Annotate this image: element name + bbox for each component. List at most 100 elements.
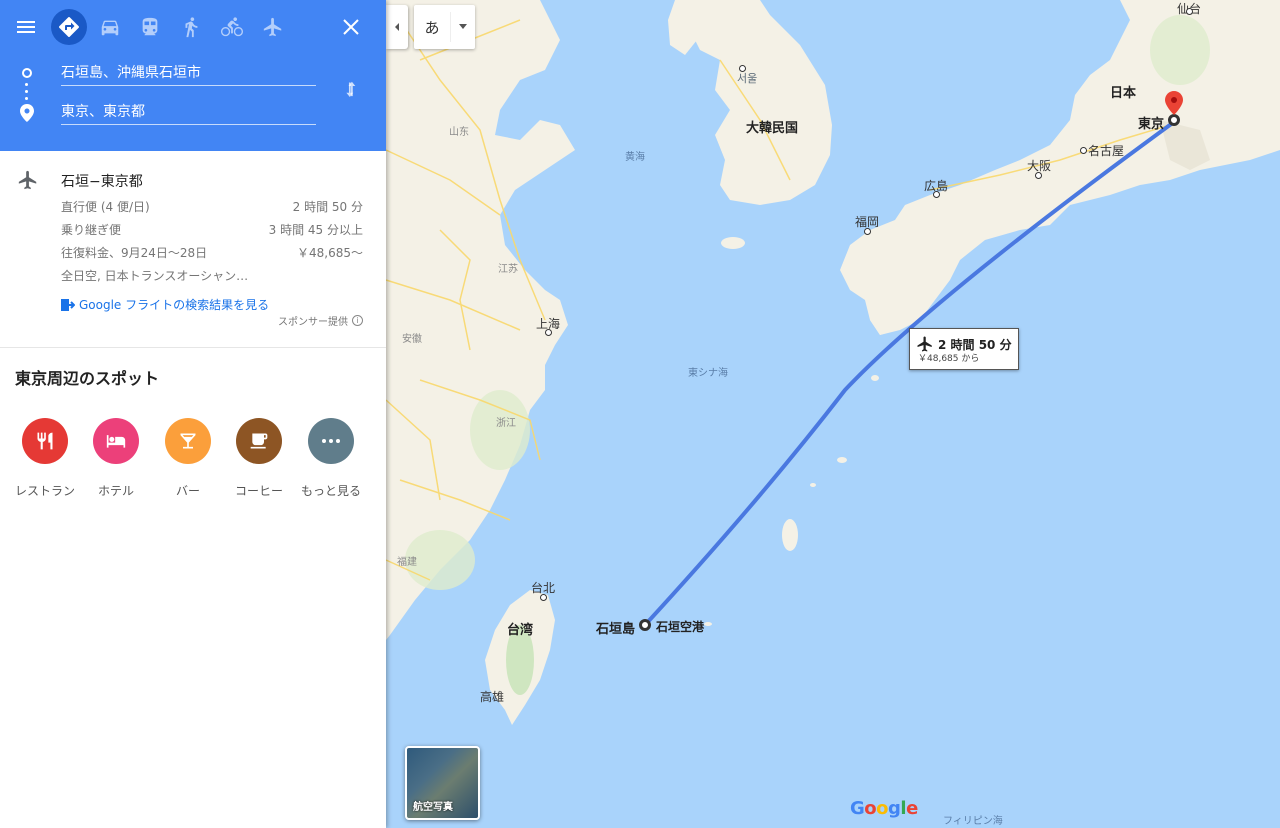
spot-restaurant[interactable]: レストラン [10, 418, 80, 499]
flight-row-connecting: 乗り継ぎ便 3 時間 45 分以上 [61, 221, 363, 238]
nearby-spots-title: 東京周辺のスポット [15, 369, 160, 388]
fukuoka-dot [864, 228, 871, 235]
flight-row-airlines: 全日空, 日本トランスオーシャン… [61, 267, 363, 284]
restaurant-icon[interactable] [22, 418, 68, 464]
taipei-dot [540, 594, 547, 601]
map-label-tokyo: 東京 [1138, 117, 1165, 132]
flight-info-bubble[interactable]: 2 時間 50 分 ￥48,685 から [909, 328, 1019, 370]
map-label-ishigaki-airport: 石垣空港 [656, 620, 705, 634]
mode-bike-button[interactable] [214, 9, 250, 45]
ishigaki-island [704, 622, 712, 626]
origin-input[interactable]: 石垣島、沖縄県石垣市 [61, 62, 316, 86]
flight-route-title: 石垣−東京都 [61, 174, 143, 190]
route-dots-icon [25, 83, 29, 103]
caret-down-icon [459, 24, 467, 29]
swap-icon[interactable] [340, 80, 362, 102]
flight-row-label: 直行便 (4 便/日) [61, 200, 150, 214]
map-label-japan: 日本 [1110, 86, 1137, 101]
destination-pin-icon[interactable] [1165, 91, 1183, 117]
ime-label: あ [424, 18, 440, 37]
mode-transit-button[interactable] [132, 9, 168, 45]
spot-coffee[interactable]: コーヒー [224, 418, 294, 499]
map-label-ishigaki: 石垣島 [596, 622, 636, 637]
flight-row-fare: 往復料金、9月24日〜28日 ￥48,685〜 [61, 244, 363, 261]
spot-bar[interactable]: バー [153, 418, 223, 499]
mode-flight-button[interactable] [255, 9, 291, 45]
flight-row-value: 3 時間 45 分以上 [268, 223, 363, 237]
map-label-jiangsu: 江苏 [498, 264, 518, 275]
flight-row-label: 全日空, 日本トランスオーシャン… [61, 269, 249, 283]
hotel-icon[interactable] [93, 418, 139, 464]
mode-walk-button[interactable] [173, 9, 209, 45]
flight-row-label: 往復料金、9月24日〜28日 [61, 246, 208, 260]
map-label-shandong: 山东 [449, 127, 469, 138]
hiroshima-dot [933, 191, 940, 198]
small-island-1 [837, 457, 847, 463]
flight-icon [263, 17, 282, 37]
spot-label: もっと見る [300, 484, 361, 498]
osaka-dot [1035, 172, 1042, 179]
destination-input[interactable]: 東京、東京都 [61, 101, 316, 125]
more-icon[interactable] [308, 418, 354, 464]
input-tools-button[interactable]: あ [414, 5, 475, 49]
open-flights-icon [61, 298, 75, 311]
satellite-toggle[interactable]: 航空写真 [405, 746, 480, 820]
map-label-fujian: 福建 [397, 557, 417, 568]
bubble-price: ￥48,685 から [918, 354, 980, 364]
google-flights-link[interactable]: Google フライトの検索結果を見る [61, 296, 269, 313]
small-island-2 [871, 375, 879, 381]
coffee-icon[interactable] [236, 418, 282, 464]
map-label-philippine-sea: フィリピン海 [943, 816, 1003, 827]
collapse-panel-button[interactable] [386, 5, 408, 49]
nagoya-dot [1080, 147, 1087, 154]
transit-icon [142, 17, 158, 36]
menu-icon [17, 21, 35, 33]
map-label-seoul: 서울 [737, 72, 758, 85]
mode-car-button[interactable] [92, 9, 128, 45]
directions-panel: 石垣島、沖縄県石垣市 東京、東京都 石垣−東京都 直行便 (4 便/日) 2 時… [0, 0, 386, 828]
close-icon [343, 19, 359, 35]
small-island-3 [810, 483, 816, 487]
sendai-dot [1186, 8, 1193, 15]
map-label-yellow-sea: 黄海 [625, 152, 645, 163]
map-label-taiwan: 台湾 [507, 623, 534, 638]
map-label-east-china-sea: 東シナ海 [688, 368, 728, 379]
map-label-zhejiang: 浙江 [496, 418, 516, 429]
directions-header: 石垣島、沖縄県石垣市 東京、東京都 [0, 0, 386, 151]
flight-row-direct: 直行便 (4 便/日) 2 時間 50 分 [61, 198, 363, 215]
flight-row-value: ￥48,685〜 [297, 246, 363, 260]
caret-left-icon [395, 23, 399, 31]
green-area-1 [470, 390, 530, 470]
shanghai-dot [545, 329, 552, 336]
directions-icon [59, 17, 79, 37]
menu-button[interactable] [8, 9, 44, 45]
car-icon [101, 20, 119, 36]
map-label-korea: 大韓民国 [746, 121, 799, 136]
flight-row-value: 2 時間 50 分 [292, 200, 363, 214]
flight-row-label: 乗り継ぎ便 [61, 223, 122, 237]
google-logo: Google [850, 798, 918, 819]
google-flights-link-text[interactable]: Google フライトの検索結果を見る [79, 296, 269, 313]
spot-more[interactable]: もっと見る [296, 418, 366, 499]
seoul-dot [739, 65, 746, 72]
map-label-kaohsiung: 高雄 [480, 690, 505, 704]
map-label-anhui: 安徽 [402, 334, 422, 345]
destination-pin-small-icon [20, 104, 34, 122]
flight-result-card[interactable]: 石垣−東京都 直行便 (4 便/日) 2 時間 50 分 乗り継ぎ便 3 時間 … [0, 151, 386, 348]
origin-circle-icon [22, 68, 32, 78]
sponsored-label: スポンサー提供 i [278, 313, 363, 328]
spot-label: コーヒー [234, 484, 283, 498]
green-area-4 [1150, 15, 1210, 85]
mode-best-button[interactable] [51, 9, 87, 45]
map-label-nagoya: 名古屋 [1088, 144, 1125, 158]
spot-hotel[interactable]: ホテル [81, 418, 151, 499]
bar-icon[interactable] [165, 418, 211, 464]
close-directions-button[interactable] [333, 9, 369, 45]
ime-dropdown[interactable] [450, 12, 475, 42]
sponsored-text: スポンサー提供 [278, 317, 348, 328]
spot-label: ホテル [97, 484, 134, 498]
origin-marker[interactable] [639, 619, 651, 631]
bike-icon [221, 17, 243, 37]
info-icon[interactable]: i [352, 315, 363, 326]
walk-icon [185, 17, 198, 38]
